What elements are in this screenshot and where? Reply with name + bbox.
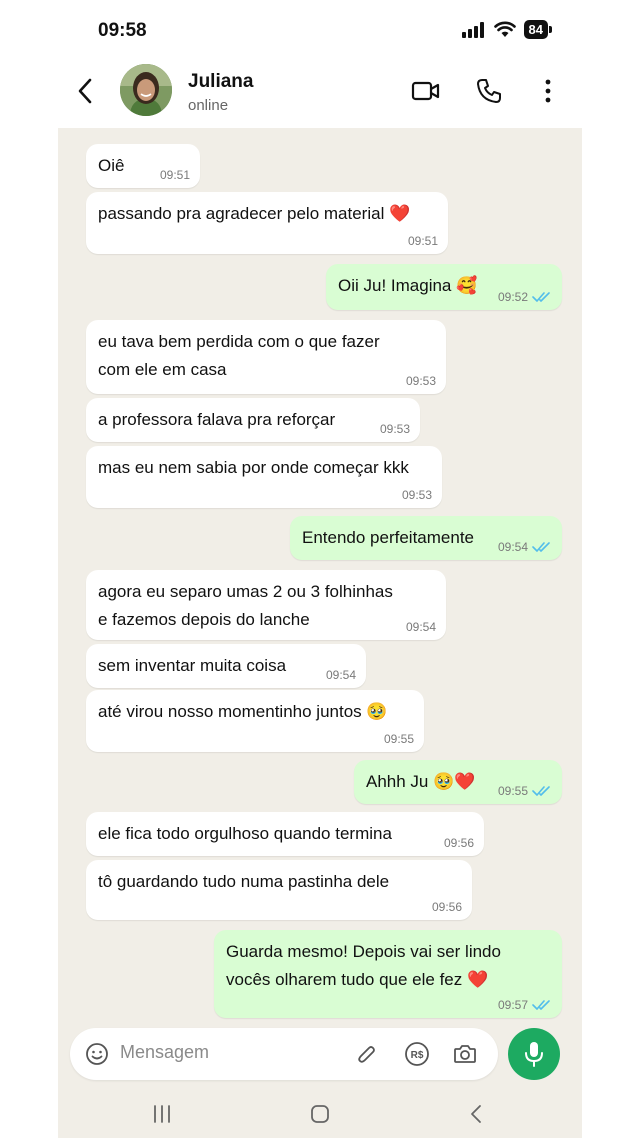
message-time: 09:56 — [431, 900, 462, 914]
composer-bar: R$ — [70, 1028, 498, 1080]
message-time: 09:53 — [401, 488, 432, 502]
message-meta: 09:53 — [380, 422, 410, 436]
message-bubble-incoming[interactable]: Oiê 09:51 — [86, 144, 200, 188]
battery-indicator: 84 — [523, 20, 553, 39]
video-call-button[interactable] — [410, 76, 442, 106]
message-bubble-outgoing[interactable]: Ahhh Ju 🥹❤️ 09:55 — [354, 760, 562, 804]
message-meta: 09:57 — [498, 998, 552, 1012]
mic-icon — [525, 1042, 543, 1067]
read-ticks-icon — [532, 1000, 550, 1010]
recents-icon — [154, 1105, 170, 1123]
message-bubble-incoming[interactable]: até virou nosso momentinho juntos 🥹 09:5… — [86, 690, 424, 752]
system-nav-bar — [58, 1090, 582, 1138]
message-bubble-outgoing[interactable]: Oii Ju! Imagina 🥰 09:52 — [326, 264, 562, 310]
message-bubble-incoming[interactable]: tô guardando tudo numa pastinha dele 09:… — [86, 860, 472, 920]
paperclip-icon — [358, 1046, 375, 1063]
message-meta: 09:56 — [432, 900, 462, 914]
message-bubble-incoming[interactable]: eu tava bem perdida com o que fazer com … — [86, 320, 446, 394]
message-bubble-outgoing[interactable]: Guarda mesmo! Depois vai ser lindo vocês… — [214, 930, 562, 1018]
contact-status: online — [188, 97, 229, 114]
message-text: sem inventar muita coisa — [98, 656, 287, 675]
read-ticks-icon — [532, 542, 550, 552]
contact-avatar[interactable] — [120, 64, 172, 116]
read-ticks-icon — [532, 292, 550, 302]
message-meta: 09:54 — [498, 540, 552, 554]
message-text: agora eu separo umas 2 ou 3 folhinhas e … — [98, 582, 393, 629]
phone-screen: 09:58 84 Juliana online Oiê 09:51 passan… — [58, 0, 582, 1138]
message-time: 09:51 — [159, 168, 190, 182]
status-bar: 09:58 84 — [58, 0, 582, 60]
message-bubble-incoming[interactable]: mas eu nem sabia por onde começar kkk 09… — [86, 446, 442, 508]
message-time: 09:54 — [325, 668, 356, 682]
message-bubble-incoming[interactable]: sem inventar muita coisa 09:54 — [86, 644, 366, 688]
home-button[interactable] — [306, 1100, 334, 1128]
message-time: 09:53 — [379, 422, 410, 436]
nav-back-icon — [471, 1105, 481, 1123]
voice-message-button[interactable] — [508, 1028, 560, 1080]
message-meta: 09:53 — [406, 374, 436, 388]
avatar-image — [120, 64, 172, 116]
message-meta: 09:53 — [402, 488, 432, 502]
message-time: 09:56 — [443, 836, 474, 850]
read-ticks-icon — [532, 786, 550, 796]
back-arrow-icon — [78, 78, 92, 104]
message-meta: 09:55 — [384, 732, 414, 746]
message-time: 09:55 — [383, 732, 414, 746]
chat-header: Juliana online — [58, 60, 582, 128]
camera-button[interactable] — [452, 1041, 478, 1067]
phone-icon — [477, 79, 501, 103]
message-text: mas eu nem sabia por onde começar kkk — [98, 458, 409, 477]
message-bubble-outgoing[interactable]: Entendo perfeitamente 09:54 — [290, 516, 562, 560]
video-call-icon — [411, 81, 440, 101]
payment-button[interactable]: R$ — [404, 1041, 430, 1067]
message-text: eu tava bem perdida com o que fazer com … — [98, 332, 380, 379]
wifi-icon — [493, 21, 516, 37]
camera-icon — [454, 1045, 476, 1063]
message-text: Guarda mesmo! Depois vai ser lindo vocês… — [226, 942, 501, 989]
message-meta: 09:54 — [406, 620, 436, 634]
message-time: 09:55 — [497, 784, 528, 798]
status-time: 09:58 — [98, 20, 147, 41]
payment-rs-icon: R$ — [405, 1042, 429, 1066]
message-time: 09:54 — [497, 540, 528, 554]
more-options-button[interactable] — [532, 76, 564, 106]
svg-text:R$: R$ — [411, 1050, 424, 1061]
message-time: 09:51 — [407, 234, 438, 248]
nav-back-button[interactable] — [462, 1100, 490, 1128]
recents-button[interactable] — [148, 1100, 176, 1128]
message-bubble-incoming[interactable]: agora eu separo umas 2 ou 3 folhinhas e … — [86, 570, 446, 640]
message-bubble-incoming[interactable]: ele fica todo orgulhoso quando termina 0… — [86, 812, 484, 856]
emoji-button[interactable] — [84, 1041, 110, 1067]
signal-icon — [461, 21, 484, 38]
message-text: até virou nosso momentinho juntos 🥹 — [98, 702, 388, 721]
contact-name[interactable]: Juliana — [188, 71, 253, 93]
emoji-icon — [86, 1043, 108, 1065]
back-button[interactable] — [72, 76, 98, 106]
message-meta: 09:51 — [160, 168, 190, 182]
message-meta: 09:55 — [498, 784, 552, 798]
message-list: Oiê 09:51 passando pra agradecer pelo ma… — [58, 128, 582, 1028]
message-time: 09:53 — [405, 374, 436, 388]
message-meta: 09:52 — [498, 290, 552, 304]
message-meta: 09:56 — [444, 836, 474, 850]
message-meta: 09:51 — [408, 234, 438, 248]
message-bubble-incoming[interactable]: a professora falava pra reforçar 09:53 — [86, 398, 420, 442]
more-vertical-icon — [545, 79, 551, 103]
message-text: ele fica todo orgulhoso quando termina — [98, 824, 392, 843]
message-text: tô guardando tudo numa pastinha dele — [98, 872, 390, 891]
message-meta: 09:54 — [326, 668, 356, 682]
attach-button[interactable] — [354, 1041, 380, 1067]
message-time: 09:52 — [497, 290, 528, 304]
status-icons: 84 — [461, 20, 553, 39]
message-bubble-incoming[interactable]: passando pra agradecer pelo material ❤️ … — [86, 192, 448, 254]
message-text: a professora falava pra reforçar — [98, 410, 336, 429]
voice-call-button[interactable] — [473, 76, 505, 106]
message-time: 09:54 — [405, 620, 436, 634]
message-input[interactable] — [120, 1042, 340, 1063]
home-icon — [311, 1105, 329, 1123]
message-time: 09:57 — [497, 998, 528, 1012]
message-text: passando pra agradecer pelo material ❤️ — [98, 204, 411, 223]
